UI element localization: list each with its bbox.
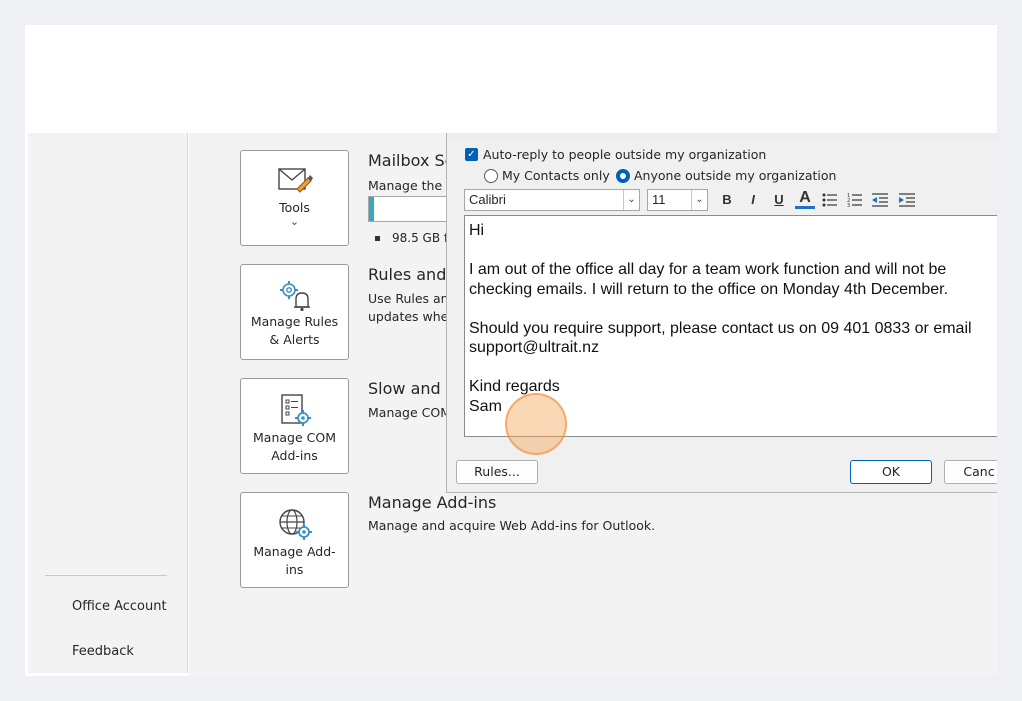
mailbox-free-space: 98.5 GB f	[392, 231, 449, 245]
bullets-icon	[822, 193, 837, 207]
numbering-button[interactable]: 1 2 3	[845, 189, 865, 211]
rules-alerts-desc-2: updates wher	[368, 309, 454, 324]
auto-reply-outside-label: Auto-reply to people outside my organiza…	[483, 147, 767, 162]
com-addins-icon	[280, 394, 311, 426]
manage-com-label: Manage COM Add-ins	[253, 430, 336, 463]
mailbox-usage-text: 98.5 GB f	[375, 231, 448, 245]
message-line: Hi	[469, 222, 485, 239]
mailbox-usage-fill	[369, 197, 374, 221]
anyone-outside-radio-row[interactable]: Anyone outside my organization	[616, 168, 836, 183]
manage-addins-title: Manage Add-ins	[368, 493, 497, 512]
underline-button[interactable]: U	[769, 189, 789, 211]
decrease-indent-button[interactable]	[870, 189, 890, 211]
mailbox-settings-desc: Manage the s	[368, 178, 453, 193]
cancel-button[interactable]: Canc	[944, 460, 997, 484]
font-name-value: Calibri	[469, 192, 506, 207]
svg-text:3: 3	[847, 203, 850, 208]
anyone-outside-radio[interactable]	[616, 168, 630, 183]
manage-addins-label: Manage Add-ins	[253, 544, 336, 577]
font-size-value: 11	[652, 192, 666, 207]
chevron-down-icon: ⌄	[289, 215, 300, 228]
my-contacts-radio[interactable]	[484, 168, 498, 183]
nav-separator	[45, 575, 167, 576]
message-line: I am out of the office all day for a tea…	[469, 261, 947, 278]
my-contacts-label: My Contacts only	[502, 168, 610, 183]
auto-reply-outside-checkbox-row[interactable]: ✓ Auto-reply to people outside my organi…	[465, 147, 766, 162]
bullets-button[interactable]	[820, 189, 840, 211]
message-line: support@ultrait.nz	[469, 339, 600, 356]
manage-rules-label: Manage Rules & Alerts	[250, 314, 339, 347]
rules-alerts-title: Rules and	[368, 265, 447, 284]
top-blank-area	[25, 25, 997, 133]
rules-alerts-desc-1: Use Rules anc	[368, 291, 456, 306]
font-color-button[interactable]: A	[795, 189, 815, 209]
font-name-select[interactable]: Calibri ⌄	[464, 189, 640, 211]
dialog-top-strip	[447, 133, 997, 139]
my-contacts-radio-row[interactable]: My Contacts only	[484, 168, 610, 183]
rules-alerts-icon	[279, 281, 310, 311]
decrease-indent-icon	[872, 193, 888, 207]
anyone-outside-label: Anyone outside my organization	[634, 168, 837, 183]
message-line: Kind regards	[469, 378, 560, 395]
ok-button[interactable]: OK	[850, 460, 932, 484]
tools-button[interactable]: Tools ⌄	[240, 150, 349, 246]
click-highlight-marker	[505, 393, 567, 455]
tools-envelope-icon	[277, 168, 313, 193]
auto-reply-outside-checkbox[interactable]: ✓	[465, 148, 478, 161]
bullet-icon	[375, 236, 380, 241]
increase-indent-icon	[899, 193, 915, 207]
backstage-left-nav: Office Account Feedback	[28, 133, 188, 673]
manage-addins-desc: Manage and acquire Web Add-ins for Outlo…	[368, 518, 656, 533]
rules-button[interactable]: Rules...	[456, 460, 538, 484]
message-line: checking emails. I will return to the of…	[469, 280, 949, 298]
increase-indent-button[interactable]	[897, 189, 917, 211]
web-addins-icon	[278, 509, 312, 540]
font-size-select[interactable]: 11 ⌄	[647, 189, 708, 211]
bold-button[interactable]: B	[717, 189, 737, 211]
nav-item-office-account[interactable]: Office Account	[72, 599, 167, 614]
manage-rules-alerts-button[interactable]: Manage Rules & Alerts	[240, 264, 349, 360]
chevron-down-icon[interactable]: ⌄	[623, 190, 639, 210]
manage-addins-button[interactable]: Manage Add-ins	[240, 492, 349, 588]
nav-item-feedback[interactable]: Feedback	[72, 644, 134, 659]
italic-button[interactable]: I	[743, 189, 763, 211]
manage-com-addins-button[interactable]: Manage COM Add-ins	[240, 378, 349, 474]
slow-disabled-addins-title: Slow and D	[368, 379, 459, 398]
screenshot-frame: Office Account Feedback Tools ⌄ Manage R…	[25, 25, 997, 676]
mailbox-settings-title: Mailbox Se	[368, 151, 455, 170]
chevron-down-icon[interactable]: ⌄	[691, 190, 707, 210]
message-line: Should you require support, please conta…	[469, 319, 972, 337]
slow-disabled-addins-desc: Manage COM	[368, 405, 451, 420]
numbering-icon: 1 2 3	[847, 193, 862, 209]
